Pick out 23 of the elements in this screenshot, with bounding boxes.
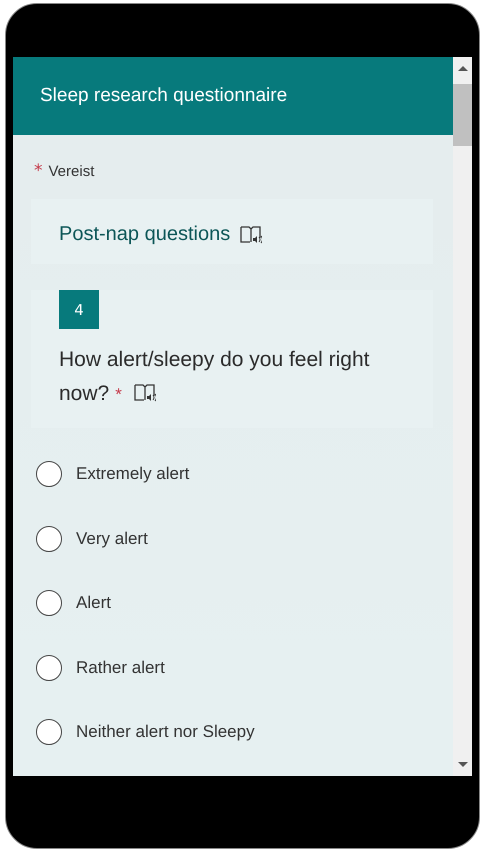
question-text: How alert/sleepy do you feel right	[59, 348, 370, 371]
scroll-up-icon[interactable]	[458, 66, 468, 71]
scroll-down-icon[interactable]	[458, 762, 468, 767]
form-title: Sleep research questionnaire	[40, 85, 288, 107]
section-title: Post-nap questions	[59, 223, 230, 246]
option-label[interactable]: Rather alert	[76, 658, 165, 678]
radio-button[interactable]	[36, 719, 62, 746]
radio-button[interactable]	[36, 461, 62, 488]
option-label[interactable]: Very alert	[76, 528, 148, 549]
scrollbar-thumb[interactable]	[453, 84, 472, 146]
required-asterisk: *	[115, 385, 122, 404]
radio-button[interactable]	[36, 526, 62, 552]
required-asterisk: *	[34, 161, 42, 181]
option-label[interactable]: Alert	[76, 593, 111, 614]
option-label[interactable]: Extremely alert	[76, 464, 190, 484]
radio-button[interactable]	[36, 654, 62, 681]
question-text: now?	[59, 382, 110, 405]
immersive-reader-icon[interactable]	[240, 224, 262, 244]
required-note: Vereist	[48, 163, 94, 180]
option-label[interactable]: Neither alert nor Sleepy	[76, 722, 255, 742]
radio-button[interactable]	[36, 590, 62, 616]
question-number: 4	[59, 290, 99, 329]
immersive-reader-icon[interactable]	[134, 383, 156, 403]
